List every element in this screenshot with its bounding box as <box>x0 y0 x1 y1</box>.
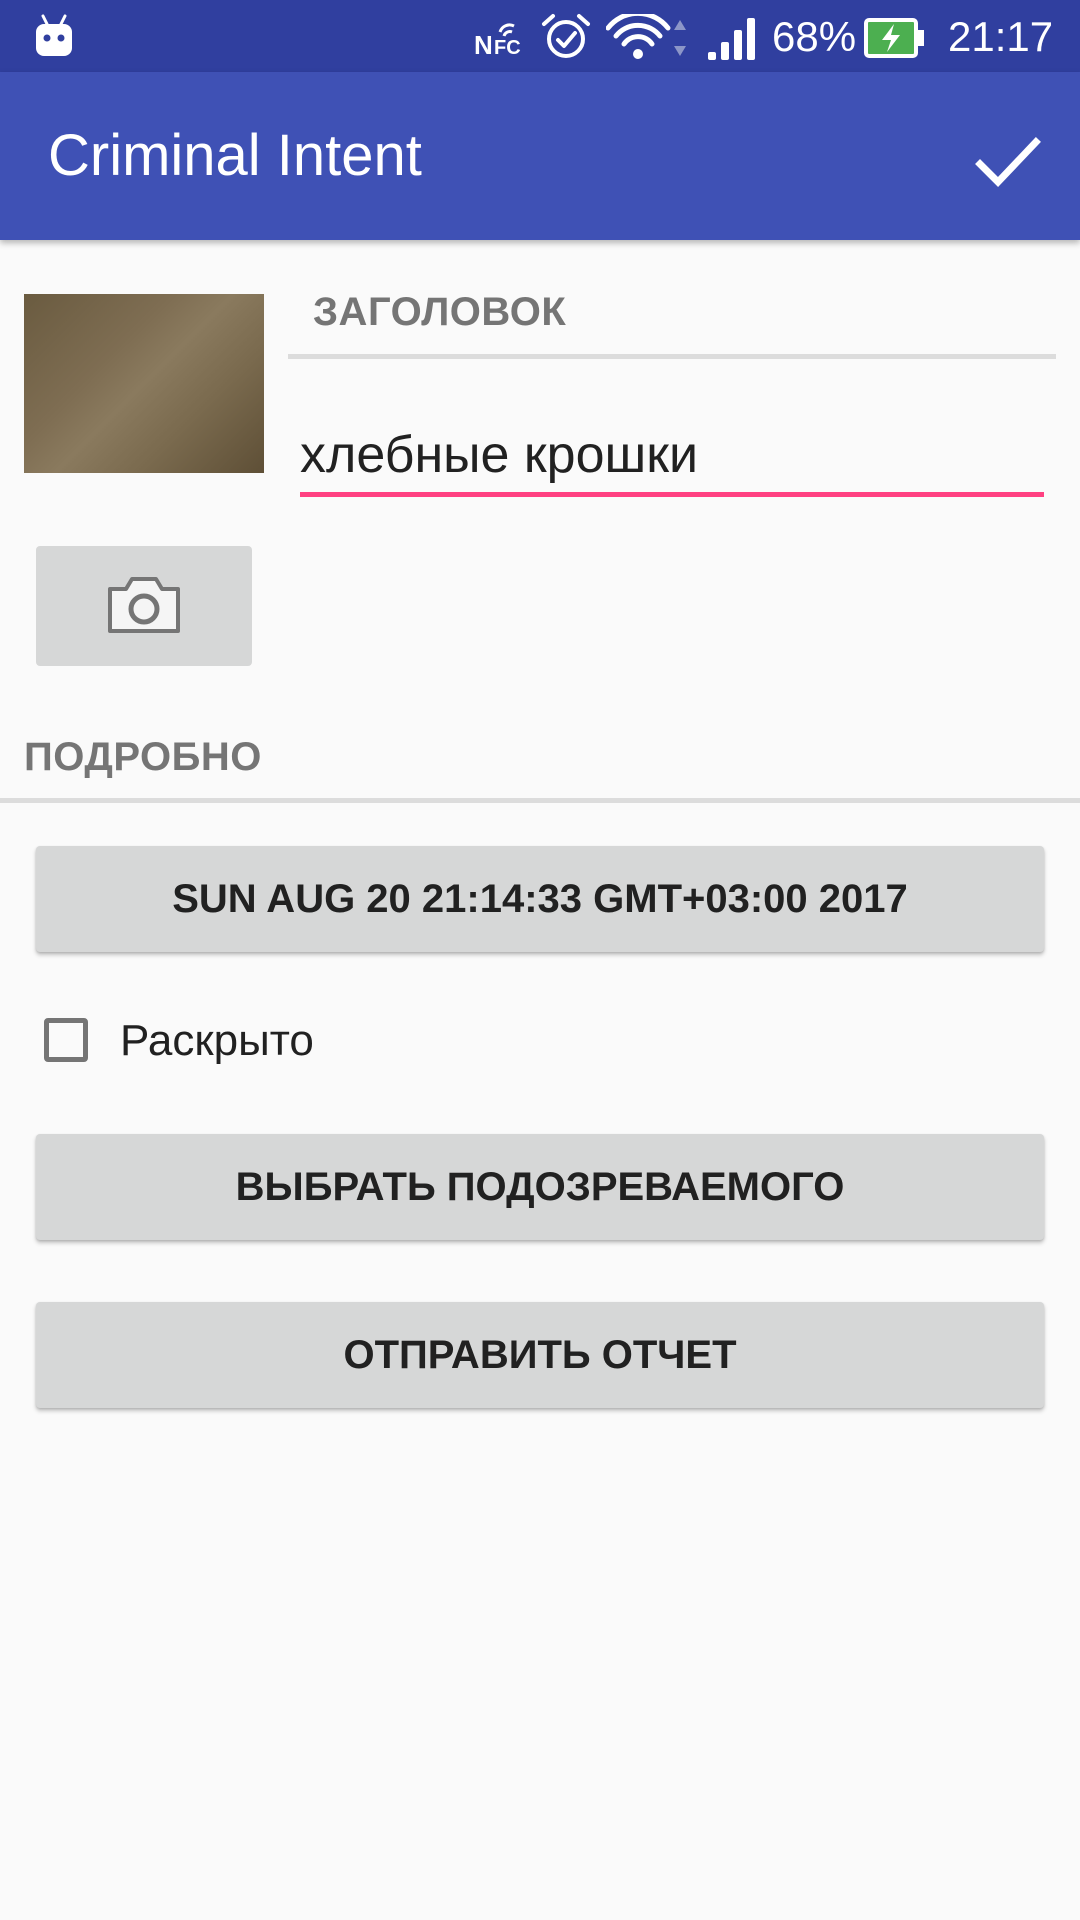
choose-suspect-button[interactable]: ВЫБРАТЬ ПОДОЗРЕВАЕМОГО <box>36 1134 1044 1240</box>
solved-label[interactable]: Раскрыто <box>120 1016 314 1066</box>
android-robot-icon <box>36 14 72 56</box>
wifi-icon <box>606 14 686 59</box>
date-button[interactable]: SUN AUG 20 21:14:33 GMT+03:00 2017 <box>36 846 1044 952</box>
send-report-button[interactable]: ОТПРАВИТЬ ОТЧЕТ <box>36 1302 1044 1408</box>
camera-button[interactable] <box>36 546 252 666</box>
app-title: Criminal Intent <box>48 123 422 188</box>
title-input-underline <box>300 492 1044 497</box>
nfc-icon: N FC <box>474 23 521 58</box>
details-label: ПОДРОБНО <box>24 735 262 779</box>
camera-icon <box>108 577 180 633</box>
svg-text:FC: FC <box>494 37 521 58</box>
title-divider <box>288 354 1056 359</box>
details-divider <box>0 798 1080 803</box>
title-input[interactable] <box>300 420 1044 490</box>
solved-checkbox[interactable] <box>44 1018 88 1062</box>
app-bar: Criminal Intent <box>0 72 1080 240</box>
crime-photo <box>24 294 264 473</box>
status-bar: N FC 68% 21:17 <box>0 0 1080 72</box>
svg-text:N: N <box>474 30 493 58</box>
battery-percent: 68% <box>772 13 857 60</box>
status-time: 21:17 <box>948 13 1054 60</box>
battery-charging-icon <box>864 18 924 58</box>
signal-icon <box>708 18 755 60</box>
title-label: ЗАГОЛОВОК <box>313 290 567 334</box>
alarm-icon <box>542 14 590 58</box>
check-icon[interactable] <box>966 124 1050 200</box>
